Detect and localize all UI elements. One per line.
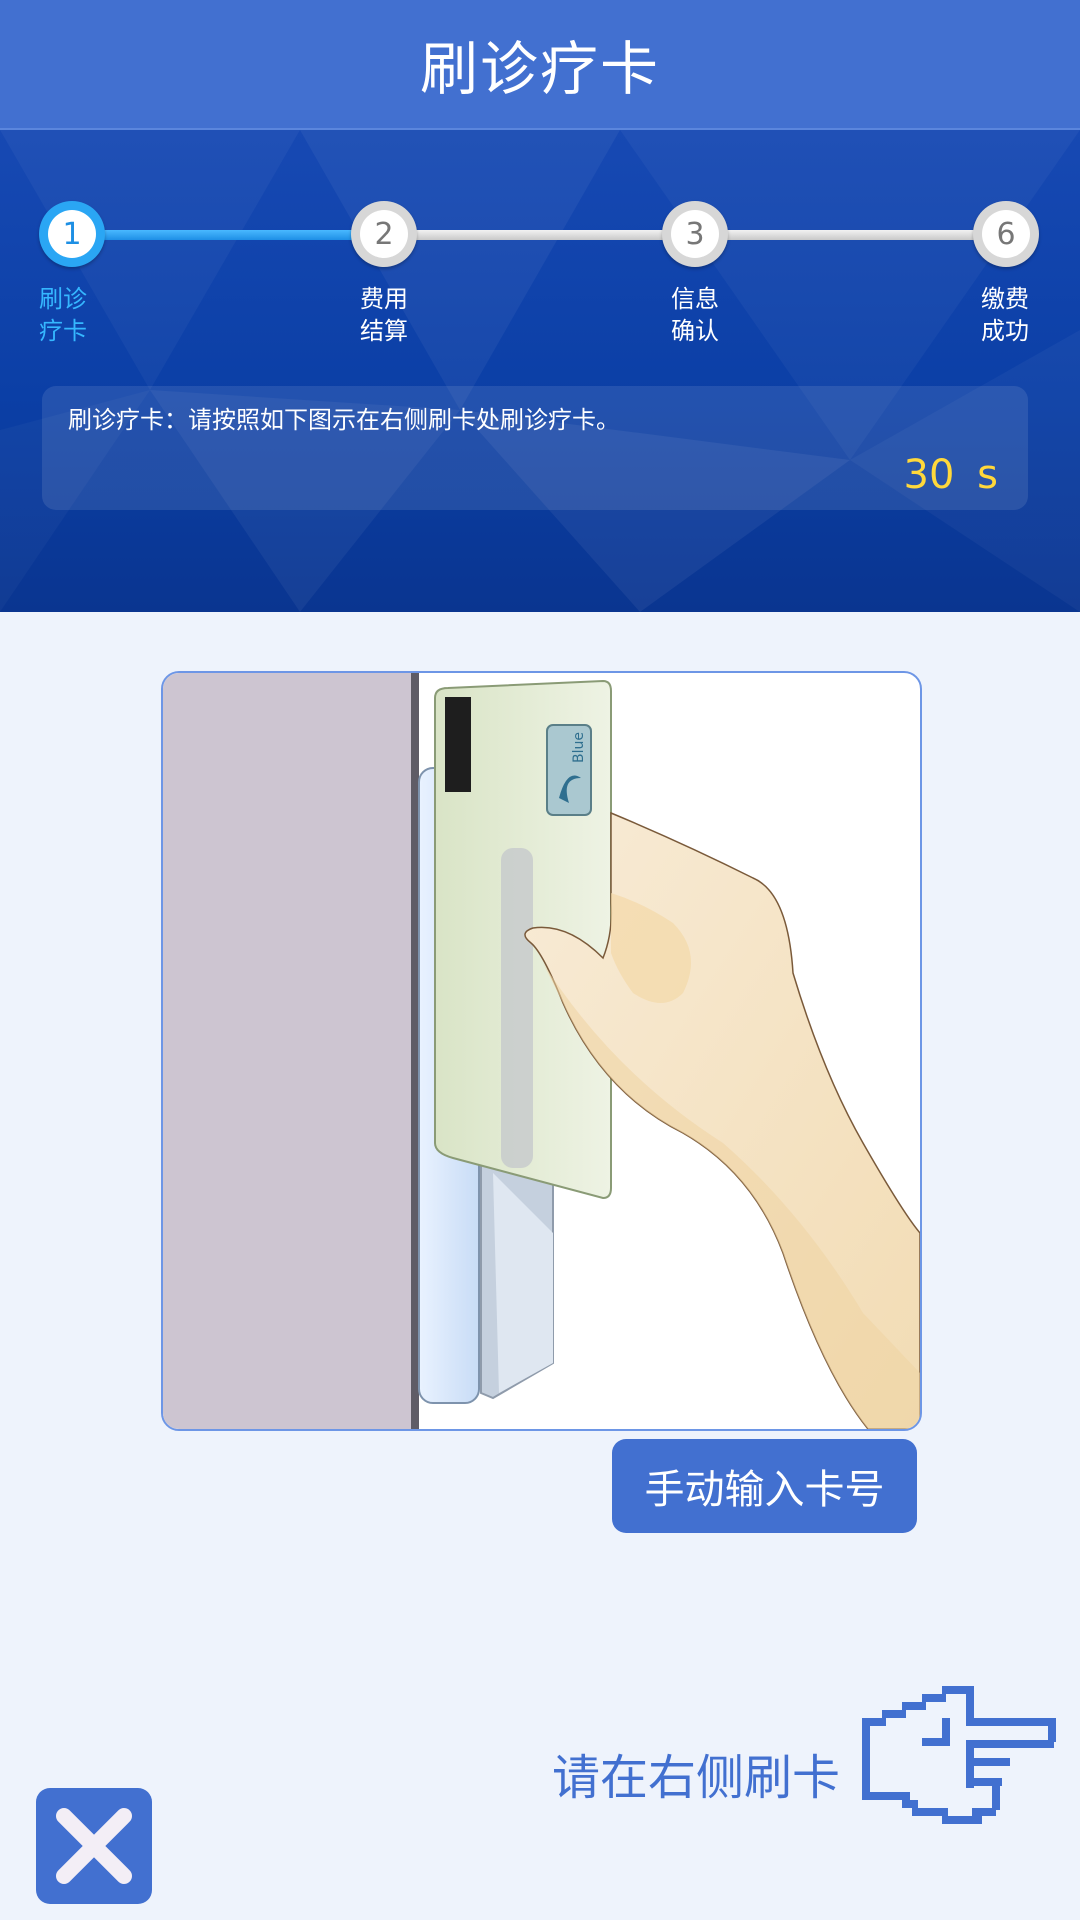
step-4-number: 6 xyxy=(996,216,1016,252)
step-4-indicator: 6 xyxy=(973,201,1039,267)
close-icon xyxy=(56,1808,132,1884)
step-4-label: 缴费 成功 xyxy=(981,285,1029,345)
step-3-label: 信息 确认 xyxy=(671,285,719,345)
page-header: 刷诊疗卡 xyxy=(0,0,1080,130)
step-1-label: 刷诊 疗卡 xyxy=(39,285,87,345)
manual-card-number-button[interactable]: 手动输入卡号 xyxy=(612,1439,917,1533)
card-brand-text: Blue xyxy=(571,732,587,763)
medical-card: Blue xyxy=(434,679,612,1200)
close-button[interactable] xyxy=(36,1788,152,1904)
pointing-hand-icon xyxy=(862,1686,1056,1824)
step-3-indicator: 3 xyxy=(662,201,728,267)
step-3-number: 3 xyxy=(685,216,705,252)
countdown-timer: 30 s xyxy=(903,452,998,498)
progress-banner: 1 2 3 6 刷诊 疗卡 费用 结算 信息 确认 缴费 成功 刷诊疗卡：请按照… xyxy=(0,130,1080,612)
step-2-number: 2 xyxy=(374,216,394,252)
instruction-text: 刷诊疗卡：请按照如下图示在右侧刷卡处刷诊疗卡。 xyxy=(68,406,620,434)
progress-track-active xyxy=(70,230,385,240)
step-2-indicator: 2 xyxy=(351,201,417,267)
reader-body xyxy=(163,673,417,1429)
swipe-prompt: 请在右侧刷卡 xyxy=(552,1750,841,1806)
step-2-label: 费用 结算 xyxy=(360,285,408,345)
card-swipe-graphic: Blue xyxy=(163,673,920,1429)
step-1-number: 1 xyxy=(62,216,82,252)
page-title: 刷诊疗卡 xyxy=(419,35,660,103)
card-swipe-illustration: Blue xyxy=(161,671,922,1431)
step-progress: 1 2 3 6 刷诊 疗卡 费用 结算 信息 确认 缴费 成功 xyxy=(0,130,1080,380)
step-1-indicator: 1 xyxy=(39,201,105,267)
instruction-panel: 刷诊疗卡：请按照如下图示在右侧刷卡处刷诊疗卡。 30 s xyxy=(42,386,1028,510)
